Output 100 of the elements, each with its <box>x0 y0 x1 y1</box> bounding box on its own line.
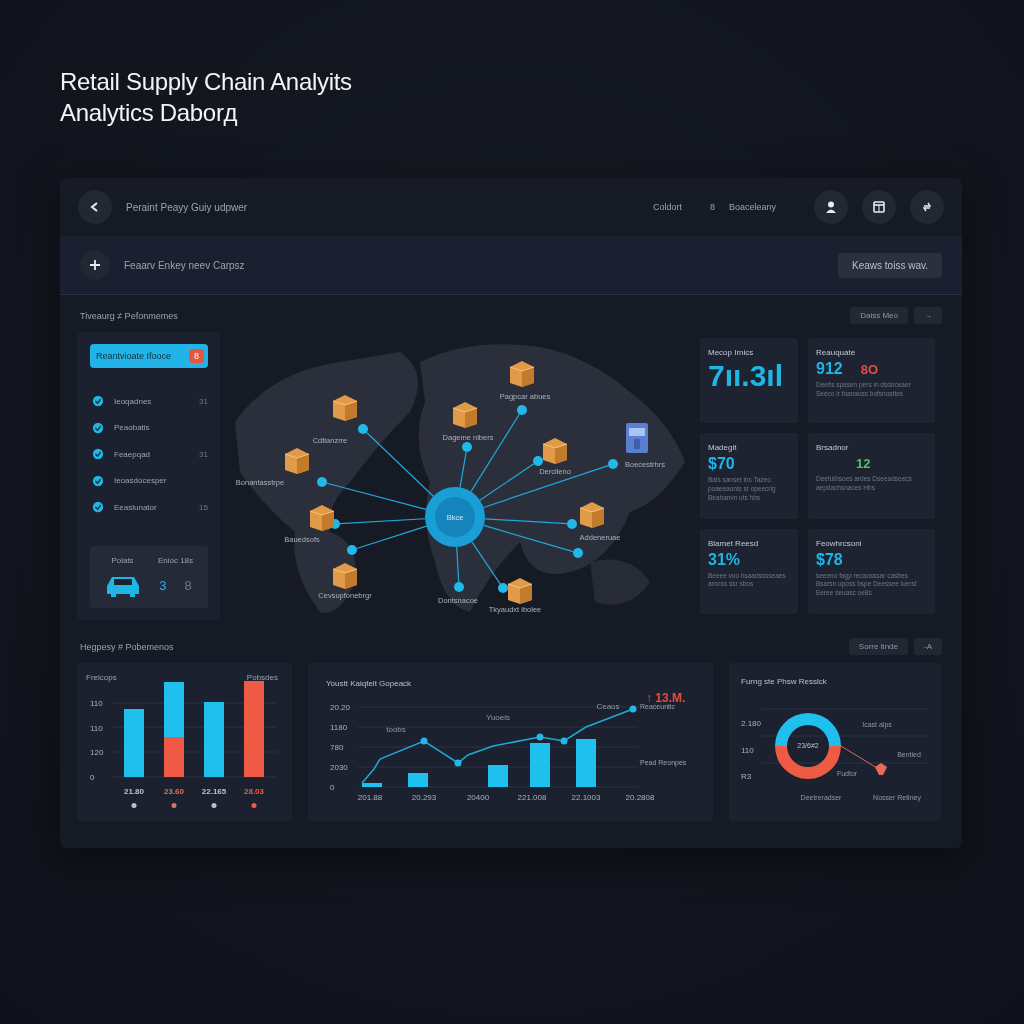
sidebar-item[interactable]: Ieoqadnes <box>114 396 152 406</box>
check-circle-icon <box>92 448 104 461</box>
chart-title: Furng ste Phsw Resslck <box>741 677 827 686</box>
kpi-delta: 12 <box>856 456 871 472</box>
top-bar-title: Peraint Peayy Guiy udpwer <box>126 201 248 213</box>
kpi-value: $70 <box>708 456 735 473</box>
action-bar-text: Feaarv Enkey neev Carpsz <box>124 259 245 271</box>
chart-title: Youstt Kaiqtelt Gopeack <box>326 679 412 688</box>
bar <box>488 765 508 787</box>
kpi-title: Blamet Reesd <box>708 538 760 548</box>
axis-tick: 28.03 <box>244 787 264 796</box>
section-button[interactable]: Daiss Meo <box>850 307 908 324</box>
node-dot <box>517 405 527 415</box>
axis-tick: 1180 <box>330 722 348 732</box>
bar <box>408 773 428 787</box>
axis-tick: 20.293 <box>411 793 437 802</box>
fleet-value: 3 <box>159 578 167 594</box>
node-dot <box>533 456 543 466</box>
section-heading: Hegpesy # Pobemenos <box>80 641 174 652</box>
hub-node <box>425 487 485 547</box>
top-bar-link[interactable]: Boaceleany <box>728 202 776 212</box>
check-circle-icon <box>92 395 104 408</box>
kpi-title: Madegit <box>708 443 738 453</box>
node-dot <box>498 583 508 593</box>
bar <box>124 709 144 777</box>
axis-tick: 201.88 <box>357 793 383 802</box>
axis-tick: 23.60 <box>164 787 184 796</box>
point-label: Yuoeis <box>486 713 510 722</box>
node-dot <box>567 519 577 529</box>
back-button[interactable] <box>78 190 112 224</box>
count-badge: 8 <box>189 349 204 363</box>
section-arrow-button[interactable]: → <box>914 307 942 324</box>
kpi-value: 912 <box>816 361 843 377</box>
kpi-title: Feowhrcsoni <box>816 538 863 548</box>
section-button[interactable]: Sorre tinde <box>848 638 908 655</box>
node-dot <box>573 548 583 558</box>
check-circle-icon <box>92 474 104 487</box>
section-arrow-button[interactable]: -A <box>914 638 942 655</box>
package-icon <box>507 578 533 604</box>
bar <box>362 783 382 787</box>
page-title: Analytics Daborд <box>60 98 239 128</box>
section-heading: Tiveaurg ≠ Pefonmemes <box>80 310 178 321</box>
sidebar-item[interactable]: Ieoasdocesper <box>114 476 167 486</box>
node-dot <box>317 477 327 487</box>
axis-tick: 0 <box>90 772 95 781</box>
node-dot <box>462 442 472 452</box>
package-icon <box>332 563 358 589</box>
axis-tick: 20400 <box>466 793 490 802</box>
kpi-title: Mecop Irnics <box>708 348 755 357</box>
node-dot <box>347 545 357 555</box>
primary-button[interactable]: Reantvioate Ifooce 8 <box>90 344 208 368</box>
axis-tick: 21.80 <box>124 787 144 796</box>
kpi-value: 7ıı.3ıl <box>708 361 784 391</box>
fleet-caption: Enioc 18s <box>157 556 194 566</box>
top-bar-link[interactable]: Coldort <box>652 202 682 212</box>
kpi-value: $78 <box>816 551 843 568</box>
highlight-value: ↑ 13.M. <box>646 691 686 705</box>
axis-tick: 780 <box>330 742 344 752</box>
action-button[interactable]: Keaws toiss wav. <box>838 252 942 278</box>
package-icon <box>309 505 335 531</box>
top-bar-link[interactable]: 8 <box>709 202 715 212</box>
axis-tick: R3 <box>741 771 752 781</box>
chart-label: Frelcops <box>86 673 117 682</box>
container-icon <box>626 423 648 453</box>
sidebar-item[interactable]: Peaobatis <box>114 423 150 433</box>
sort-button[interactable] <box>910 190 944 224</box>
item-count: 31 <box>199 396 208 406</box>
axis-tick: 20.2808 <box>625 793 655 802</box>
route-line <box>456 546 460 583</box>
chart-label: Pobsdes <box>246 673 278 682</box>
fleet-label: Polats <box>111 556 134 566</box>
data-point <box>536 733 544 741</box>
bar <box>530 743 550 787</box>
sidebar-item[interactable]: Eeaslunator <box>114 502 157 512</box>
axis-tick: 2030 <box>330 762 348 772</box>
package-icon <box>284 448 310 474</box>
check-circle-icon <box>92 501 104 514</box>
calendar-button[interactable] <box>862 190 896 224</box>
sidebar-item[interactable]: Feaepqad <box>114 449 151 459</box>
data-point <box>560 737 568 745</box>
kpi-title: Brsadnor <box>816 443 850 453</box>
node-dot <box>358 424 368 434</box>
point-label: toobs <box>386 725 406 734</box>
donut-slice <box>775 713 841 746</box>
add-button[interactable] <box>80 250 110 280</box>
item-count: 15 <box>199 502 208 512</box>
kpi-title: Reauquate <box>816 348 857 357</box>
fleet-value: 8 <box>184 578 192 594</box>
package-icon <box>542 438 568 464</box>
axis-tick: 110 <box>741 745 754 755</box>
plus-icon <box>88 258 102 272</box>
profile-button[interactable] <box>814 190 848 224</box>
node-dot <box>454 582 464 592</box>
package-icon <box>332 395 358 421</box>
user-icon <box>824 200 838 214</box>
arrows-icon <box>920 200 934 214</box>
axis-tick: 22.1003 <box>571 793 601 802</box>
axis-tick: 120 <box>90 747 104 757</box>
node-dot <box>608 459 618 469</box>
data-point <box>454 759 462 767</box>
